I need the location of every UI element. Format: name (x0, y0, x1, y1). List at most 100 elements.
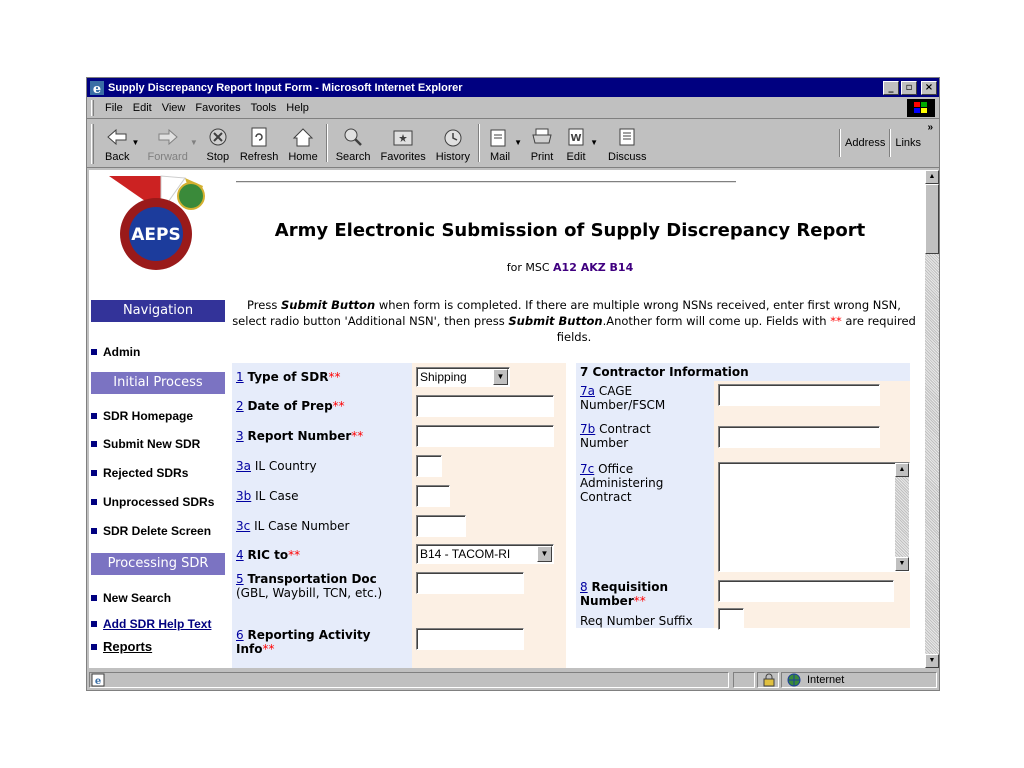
nav-add-sdr-help-text-label: Add SDR Help Text (103, 617, 212, 631)
reporting-activity-input[interactable] (416, 628, 524, 650)
bullet-icon (91, 349, 97, 355)
field-7b-link[interactable]: 7b (580, 422, 595, 436)
bullet-icon (91, 499, 97, 505)
edit-button[interactable]: W Edit ▼ (559, 120, 598, 166)
menu-view[interactable]: View (157, 102, 191, 114)
field-3b-link[interactable]: 3b (236, 489, 251, 503)
favorites-button[interactable]: Favorites (376, 120, 431, 166)
refresh-button[interactable]: Refresh (235, 120, 284, 166)
edit-dropdown-icon[interactable]: ▼ (590, 138, 598, 147)
nav-sdr-delete-screen[interactable]: SDR Delete Screen (91, 524, 211, 538)
favorites-icon (393, 130, 413, 146)
scroll-down-icon[interactable]: ▼ (925, 654, 939, 668)
field-3b-text: IL Case (255, 489, 299, 503)
history-button[interactable]: History (431, 120, 475, 166)
forward-button[interactable]: Forward ▼ (142, 120, 198, 166)
contract-number-input[interactable] (718, 426, 880, 448)
chevron-right-icon[interactable]: » (927, 122, 933, 133)
field-1-label: 1 Type of SDR** (232, 370, 340, 384)
field-5-label: 5 Transportation Doc (GBL, Waybill, TCN, … (232, 572, 408, 600)
forward-label: Forward (147, 151, 188, 163)
print-button[interactable]: Print (525, 120, 559, 166)
field-8-label: 8 Requisition Number** (576, 580, 712, 608)
stop-button[interactable]: Stop (201, 120, 235, 166)
nav-unprocessed-sdrs[interactable]: Unprocessed SDRs (91, 495, 214, 509)
home-icon (292, 128, 314, 147)
report-number-input[interactable] (416, 425, 554, 447)
nav-reports[interactable]: Reports (91, 639, 152, 654)
field-5-link[interactable]: 5 (236, 572, 244, 586)
nav-submit-new-sdr-label: Submit New SDR (103, 437, 201, 451)
nav-sdr-homepage[interactable]: SDR Homepage (91, 409, 193, 423)
menu-edit[interactable]: Edit (128, 102, 157, 114)
zone-label: Internet (807, 674, 845, 686)
scroll-thumb[interactable] (925, 184, 939, 254)
cage-number-input[interactable] (718, 384, 880, 406)
textarea-scrollbar[interactable]: ▲ ▼ (895, 463, 909, 571)
field-3-link[interactable]: 3 (236, 429, 244, 443)
nav-new-search[interactable]: New Search (91, 591, 171, 605)
back-button[interactable]: Back ▼ (100, 120, 139, 166)
zone-pane (781, 672, 937, 688)
field-6-link[interactable]: 6 (236, 628, 244, 642)
scroll-up-icon[interactable]: ▲ (895, 463, 909, 477)
forward-dropdown-icon[interactable]: ▼ (190, 138, 198, 147)
type-of-sdr-select[interactable]: Shipping ▼ (416, 367, 510, 387)
address-label[interactable]: Address (845, 137, 885, 149)
scroll-down-icon[interactable]: ▼ (895, 557, 909, 571)
page-scrollbar[interactable]: ▲ ▼ (925, 170, 939, 668)
field-3a-link[interactable]: 3a (236, 459, 251, 473)
home-button[interactable]: Home (283, 120, 322, 166)
field-1-link[interactable]: 1 (236, 370, 244, 384)
minimize-button[interactable]: _ (883, 80, 899, 95)
il-case-number-input[interactable] (416, 515, 466, 537)
chevron-down-icon[interactable]: ▼ (537, 546, 552, 562)
field-7a-link[interactable]: 7a (580, 384, 595, 398)
field-3-label: 3 Report Number** (232, 429, 363, 443)
navigation-header: Navigation (91, 300, 225, 322)
links-label[interactable]: Links (895, 137, 921, 149)
bullet-icon (91, 621, 97, 627)
stop-label: Stop (206, 151, 230, 163)
field-2-link[interactable]: 2 (236, 399, 244, 413)
field-4-label: 4 RIC to** (232, 548, 300, 562)
req-number-suffix-input[interactable] (718, 608, 744, 630)
nav-rejected-sdrs[interactable]: Rejected SDRs (91, 466, 188, 480)
nav-add-sdr-help-text[interactable]: Add SDR Help Text (91, 617, 211, 631)
discuss-button[interactable]: Discuss (603, 120, 652, 166)
ric-to-select[interactable]: B14 - TACOM-RI ▼ (416, 544, 554, 564)
office-administering-textarea[interactable]: ▲ ▼ (718, 462, 910, 572)
field-7c-link[interactable]: 7c (580, 462, 594, 476)
field-8-text: Requisition Number (580, 580, 668, 608)
refresh-icon (251, 127, 267, 147)
date-of-prep-input[interactable] (416, 395, 554, 417)
menu-tools[interactable]: Tools (246, 102, 282, 114)
menu-file[interactable]: File (100, 102, 128, 114)
nav-admin[interactable]: Admin (91, 345, 140, 359)
menu-favorites[interactable]: Favorites (190, 102, 245, 114)
requisition-number-input[interactable] (718, 580, 894, 602)
search-button[interactable]: Search (331, 120, 376, 166)
il-case-input[interactable] (416, 485, 450, 507)
field-3c-link[interactable]: 3c (236, 519, 250, 533)
maximize-button[interactable]: ▫ (901, 80, 917, 95)
initial-process-header: Initial Process (91, 372, 225, 394)
menu-help[interactable]: Help (281, 102, 314, 114)
nav-admin-label: Admin (103, 345, 141, 359)
transportation-doc-input[interactable] (416, 572, 524, 594)
toolbar-separator (478, 124, 481, 162)
toolbar-grip (91, 124, 94, 164)
bullet-icon (91, 595, 97, 601)
mail-button[interactable]: Mail ▼ (483, 120, 522, 166)
field-8-link[interactable]: 8 (580, 580, 588, 594)
mail-dropdown-icon[interactable]: ▼ (514, 138, 522, 147)
field-4-link[interactable]: 4 (236, 548, 244, 562)
il-country-input[interactable] (416, 455, 442, 477)
nav-submit-new-sdr[interactable]: Submit New SDR (91, 437, 200, 451)
back-dropdown-icon[interactable]: ▼ (132, 138, 140, 147)
chevron-down-icon[interactable]: ▼ (493, 369, 508, 385)
instr-submit-2: Submit Button (508, 314, 603, 328)
scroll-up-icon[interactable]: ▲ (925, 170, 939, 184)
close-button[interactable]: × (921, 80, 937, 95)
horizontal-rule (236, 181, 736, 183)
